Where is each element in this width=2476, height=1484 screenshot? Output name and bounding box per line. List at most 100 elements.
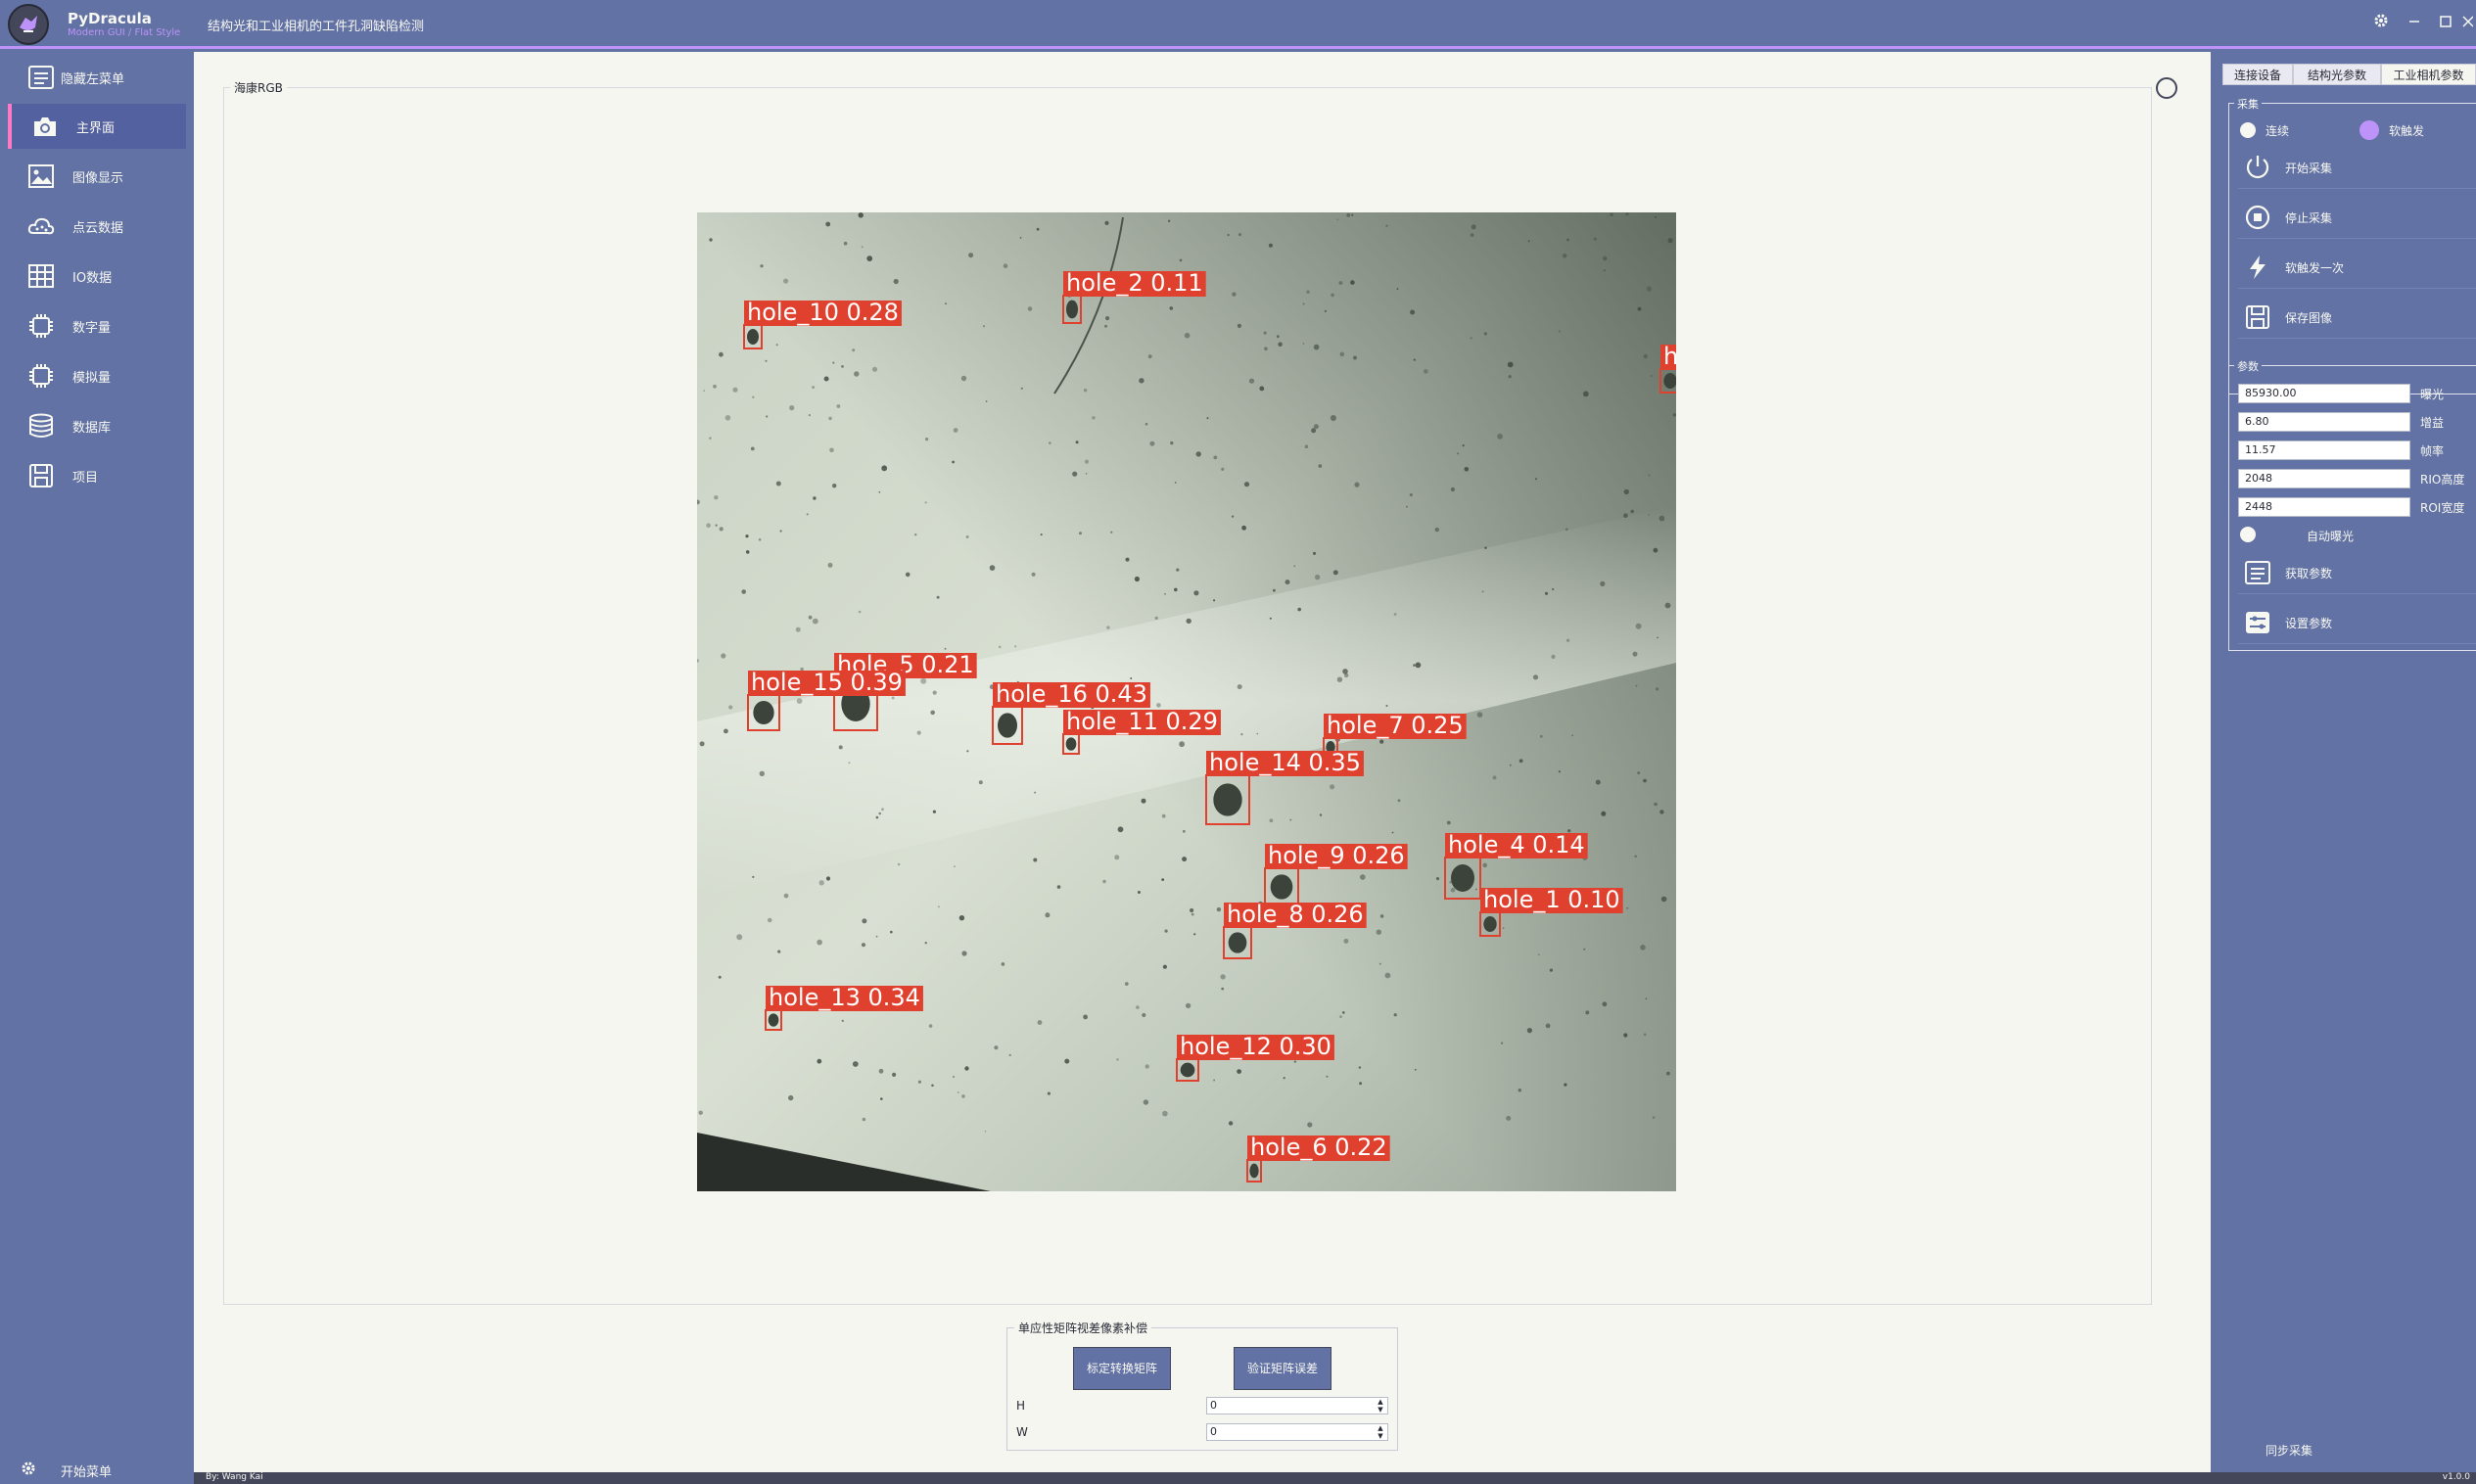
surface-speck (1360, 874, 1366, 880)
surface-speck (1602, 1001, 1608, 1007)
settings-button[interactable] (2369, 12, 2393, 35)
start-acquire-button[interactable]: 开始采集 (2238, 146, 2476, 189)
surface-speck (1001, 962, 1005, 966)
surface-speck (1657, 636, 1658, 639)
surface-speck (875, 815, 879, 819)
surface-speck (1350, 280, 1355, 285)
get-params-button[interactable]: 获取参数 (2238, 551, 2476, 594)
surface-speck (1162, 964, 1167, 969)
surface-speck (1353, 355, 1357, 360)
surface-speck (1518, 759, 1523, 764)
sync-acquire-label[interactable]: 同步采集 (2266, 1442, 2312, 1459)
surface-speck (828, 416, 832, 421)
verify-matrix-button[interactable]: 验证矩阵误差 (1234, 1347, 1331, 1390)
surface-speck (1336, 676, 1343, 682)
surface-speck (1391, 831, 1394, 834)
surface-speck (1221, 987, 1225, 991)
h-spinbox[interactable]: 0 ▲ ▼ (1206, 1397, 1388, 1414)
toggle-menu-button[interactable]: 隐藏左菜单 (8, 55, 186, 100)
hole-defect (998, 713, 1017, 738)
surface-speck (917, 1080, 921, 1084)
roi-width-label: ROI宽度 (2420, 501, 2465, 515)
menu-label-io: IO数据 (72, 271, 113, 286)
h-spin-arrows[interactable]: ▲ ▼ (1374, 1398, 1387, 1414)
acquire-group-title: 采集 (2234, 96, 2262, 112)
surface-speck (1237, 684, 1242, 690)
surface-speck (1049, 441, 1051, 444)
surface-speck (1149, 441, 1155, 446)
menu-item-digital[interactable]: 数字量 (8, 303, 186, 348)
set-params-button[interactable]: 设置参数 (2238, 601, 2476, 644)
capture-status-indicator[interactable] (2156, 77, 2177, 99)
w-spin-arrows[interactable]: ▲ ▼ (1374, 1424, 1387, 1440)
surface-speck (925, 438, 929, 441)
save-icon (29, 464, 53, 487)
start-menu-button[interactable]: 开始菜单 (8, 1454, 186, 1483)
tab-structured-light[interactable]: 结构光参数 (2293, 64, 2381, 85)
continuous-radio[interactable] (2240, 122, 2256, 138)
surface-speck (1139, 378, 1145, 384)
gain-input[interactable]: 6.80 (2238, 412, 2410, 432)
auto-exposure-radio[interactable] (2240, 527, 2256, 542)
surface-speck (741, 589, 746, 594)
menu-item-io[interactable]: IO数据 (8, 254, 186, 299)
menu-item-home[interactable]: 主界面 (8, 104, 186, 149)
surface-speck (1551, 654, 1556, 659)
surface-speck (1637, 306, 1642, 311)
soft-trigger-radio[interactable] (2359, 120, 2379, 140)
surface-speck (1145, 422, 1148, 426)
w-spinbox[interactable]: 0 ▲ ▼ (1206, 1423, 1388, 1441)
maximize-button[interactable] (2434, 12, 2457, 35)
surface-speck (1331, 293, 1334, 298)
menu-item-analog[interactable]: 模拟量 (8, 353, 186, 398)
surface-speck (1034, 791, 1037, 794)
trigger-once-button[interactable]: 软触发一次 (2238, 246, 2476, 289)
menu-item-project[interactable]: 项目 (8, 453, 186, 498)
save-image-button[interactable]: 保存图像 (2238, 296, 2476, 339)
surface-speck (960, 375, 967, 382)
surface-speck (788, 1094, 794, 1101)
calibrate-matrix-button[interactable]: 标定转换矩阵 (1073, 1347, 1171, 1390)
gear-icon (22, 1461, 35, 1475)
surface-speck (982, 325, 986, 328)
get-params-label: 获取参数 (2285, 567, 2333, 580)
surface-speck (1110, 531, 1113, 533)
surface-speck (724, 415, 731, 421)
surface-speck (1092, 416, 1096, 420)
cloud-icon (27, 217, 55, 235)
roi-width-input[interactable]: 2448 (2238, 497, 2410, 517)
menu-item-image[interactable]: 图像显示 (8, 154, 186, 199)
surface-speck (1379, 914, 1384, 918)
surface-speck (1652, 1116, 1656, 1119)
surface-speck (1558, 770, 1561, 773)
tab-connect-device[interactable]: 连接设备 (2222, 64, 2293, 85)
surface-speck (1276, 335, 1280, 339)
close-button[interactable] (2459, 12, 2475, 35)
surface-speck (953, 428, 958, 433)
menu-item-pointcloud[interactable]: 点云数据 (8, 204, 186, 249)
menu-item-database[interactable]: 数据库 (8, 403, 186, 448)
surface-speck (1318, 464, 1323, 468)
surface-speck (818, 880, 824, 886)
surface-speck (1170, 441, 1174, 445)
surface-speck (1033, 858, 1038, 862)
roi-height-input[interactable]: 2048 (2238, 469, 2410, 488)
surface-speck (719, 527, 724, 532)
surface-speck (709, 238, 713, 242)
detection-label: hole_12 0.30 (1180, 1033, 1331, 1060)
surface-speck (1537, 953, 1540, 956)
exposure-input[interactable]: 85930.00 (2238, 384, 2410, 403)
menu-label-digital: 数字量 (72, 321, 112, 336)
fps-input[interactable]: 11.57 (2238, 441, 2410, 460)
surface-speck (1358, 1066, 1362, 1069)
surface-speck (783, 278, 789, 284)
stop-acquire-button[interactable]: 停止采集 (2238, 196, 2476, 239)
tab-camera-params[interactable]: 工业相机参数 (2381, 64, 2476, 85)
surface-speck (1506, 1115, 1512, 1121)
surface-speck (891, 696, 895, 700)
surface-speck (1346, 213, 1351, 217)
hole-defect (1249, 1163, 1259, 1179)
surface-speck (1410, 309, 1416, 315)
surface-speck (832, 484, 837, 488)
minimize-button[interactable] (2403, 12, 2426, 35)
